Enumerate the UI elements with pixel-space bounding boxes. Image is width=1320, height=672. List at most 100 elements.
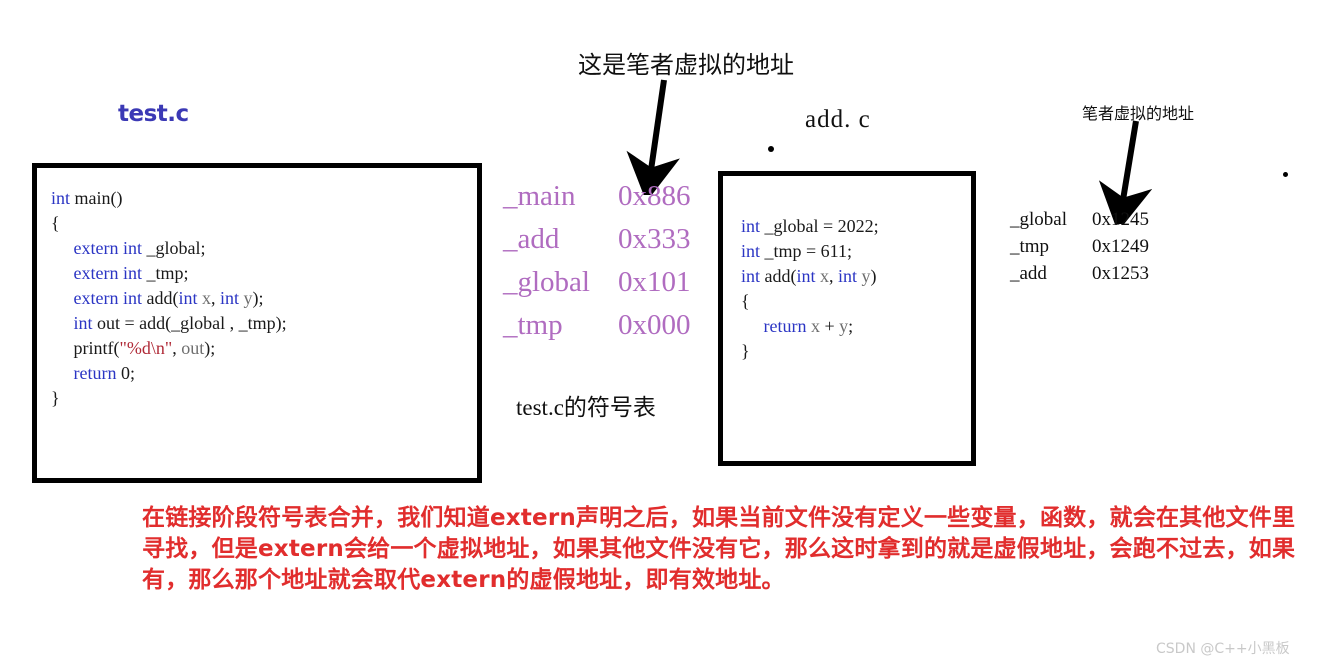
symbol-address: 0x101 xyxy=(618,266,691,298)
code-token: extern int xyxy=(73,238,147,258)
symbol-name: _add xyxy=(1010,263,1047,284)
code-line: int _tmp = 611; xyxy=(741,239,971,264)
code-line: int _global = 2022; xyxy=(741,214,971,239)
symbol-table-testc-caption: test.c的符号表 xyxy=(516,395,656,420)
code-line: { xyxy=(51,211,477,236)
file-label-testc: test.c xyxy=(118,101,189,127)
symbol-name: _global xyxy=(1010,209,1067,230)
code-token: int xyxy=(741,266,765,286)
code-token: extern int xyxy=(73,263,147,283)
code-line: printf("%d\n", out); xyxy=(51,336,477,361)
symbol-table-row: _tmp 0x1249 xyxy=(1010,233,1149,260)
code-token: y xyxy=(243,288,253,308)
symbol-name: _global xyxy=(503,266,590,298)
diagram-canvas: test.c add. c 这是笔者虚拟的地址 笔者虚拟的地址 int main… xyxy=(0,0,1320,672)
symbol-address: 0x886 xyxy=(618,180,691,212)
code-line: return 0; xyxy=(51,361,477,386)
symbol-address: 0x333 xyxy=(618,223,691,255)
code-token: int xyxy=(51,188,75,208)
code-token: , xyxy=(829,266,839,286)
code-token: ) xyxy=(870,266,877,286)
ink-dot-icon xyxy=(768,146,774,152)
code-line: { xyxy=(741,289,971,314)
code-token: add( xyxy=(146,288,179,308)
code-token: } xyxy=(51,388,60,408)
code-token: add( xyxy=(764,266,797,286)
code-box-addc: int _global = 2022; int _tmp = 611; int ad… xyxy=(718,171,976,466)
code-token: main() xyxy=(74,188,123,208)
explanation-note: 在链接阶段符号表合并，我们知道extern声明之后，如果当前文件没有定义一些变量… xyxy=(142,505,1296,593)
code-token: int xyxy=(219,288,244,308)
symbol-table-row: _main 0x886 xyxy=(503,175,691,218)
code-line: return x + y; xyxy=(741,314,971,339)
code-token: return xyxy=(763,316,811,336)
code-token: , xyxy=(210,288,220,308)
code-token: int xyxy=(838,266,862,286)
code-token: out = add(_global , _tmp); xyxy=(97,313,287,333)
code-line: } xyxy=(51,386,477,411)
code-token: x xyxy=(810,316,820,336)
code-token: x xyxy=(820,266,830,286)
code-token: int xyxy=(73,313,98,333)
code-token: y xyxy=(839,316,849,336)
code-token: return xyxy=(73,363,121,383)
code-token: int xyxy=(796,266,821,286)
code-token: y xyxy=(861,266,871,286)
ink-dot-icon xyxy=(1283,172,1288,177)
symbol-table-row: _global 0x101 xyxy=(503,261,691,304)
code-token: + xyxy=(819,316,840,336)
code-listing-addc: int _global = 2022; int _tmp = 611; int ad… xyxy=(723,176,971,364)
symbol-address: 0x1249 xyxy=(1092,236,1149,257)
code-token: extern int xyxy=(73,288,147,308)
symbol-table-testc: _main 0x886 _add 0x333 _global 0x101 _tmp 0x000 xyxy=(503,175,691,347)
file-label-addc: add. c xyxy=(805,106,871,133)
code-line: int add(int x, int y) xyxy=(741,264,971,289)
code-token: int xyxy=(741,241,765,261)
symbol-address: 0x000 xyxy=(618,309,691,341)
code-token: "%d\n" xyxy=(119,338,173,358)
code-token: _global; xyxy=(146,238,206,258)
code-token: _tmp; xyxy=(146,263,189,283)
symbol-name: _tmp xyxy=(503,309,563,341)
symbol-address: 0x1253 xyxy=(1092,263,1149,284)
symbol-table-addc: _global 0x1245 _tmp 0x1249 _add 0x1253 xyxy=(1010,206,1149,287)
code-line: int main() xyxy=(51,186,477,211)
symbol-table-row: _tmp 0x000 xyxy=(503,304,691,347)
code-token: ); xyxy=(204,338,216,358)
code-token: x xyxy=(201,288,211,308)
code-token: { xyxy=(51,213,60,233)
code-token: { xyxy=(741,291,750,311)
code-token: 0; xyxy=(120,363,135,383)
symbol-table-row: _global 0x1245 xyxy=(1010,206,1149,233)
code-line: } xyxy=(741,339,971,364)
code-line: extern int add(int x, int y); xyxy=(51,286,477,311)
code-line: int out = add(_global , _tmp); xyxy=(51,311,477,336)
symbol-name: _tmp xyxy=(1010,236,1050,257)
code-token: int xyxy=(178,288,202,308)
code-token: out xyxy=(181,338,205,358)
code-token: } xyxy=(741,341,750,361)
symbol-name: _main xyxy=(503,180,576,212)
code-token: ; xyxy=(848,316,854,336)
code-line: extern int _global; xyxy=(51,236,477,261)
code-token: _tmp = 611; xyxy=(764,241,853,261)
symbol-table-row: _add 0x333 xyxy=(503,218,691,261)
code-box-testc: int main(){ extern int _global; extern i… xyxy=(32,163,482,483)
code-token: _global = 2022; xyxy=(764,216,879,236)
symbol-address: 0x1245 xyxy=(1092,209,1149,230)
code-token: int xyxy=(741,216,765,236)
code-token: printf( xyxy=(73,338,120,358)
code-line: extern int _tmp; xyxy=(51,261,477,286)
code-token: , xyxy=(172,338,182,358)
symbol-name: _add xyxy=(503,223,560,255)
csdn-watermark: CSDN @C++小黑板 xyxy=(1156,641,1290,657)
code-listing-testc: int main(){ extern int _global; extern i… xyxy=(37,168,477,411)
code-token: ); xyxy=(252,288,264,308)
